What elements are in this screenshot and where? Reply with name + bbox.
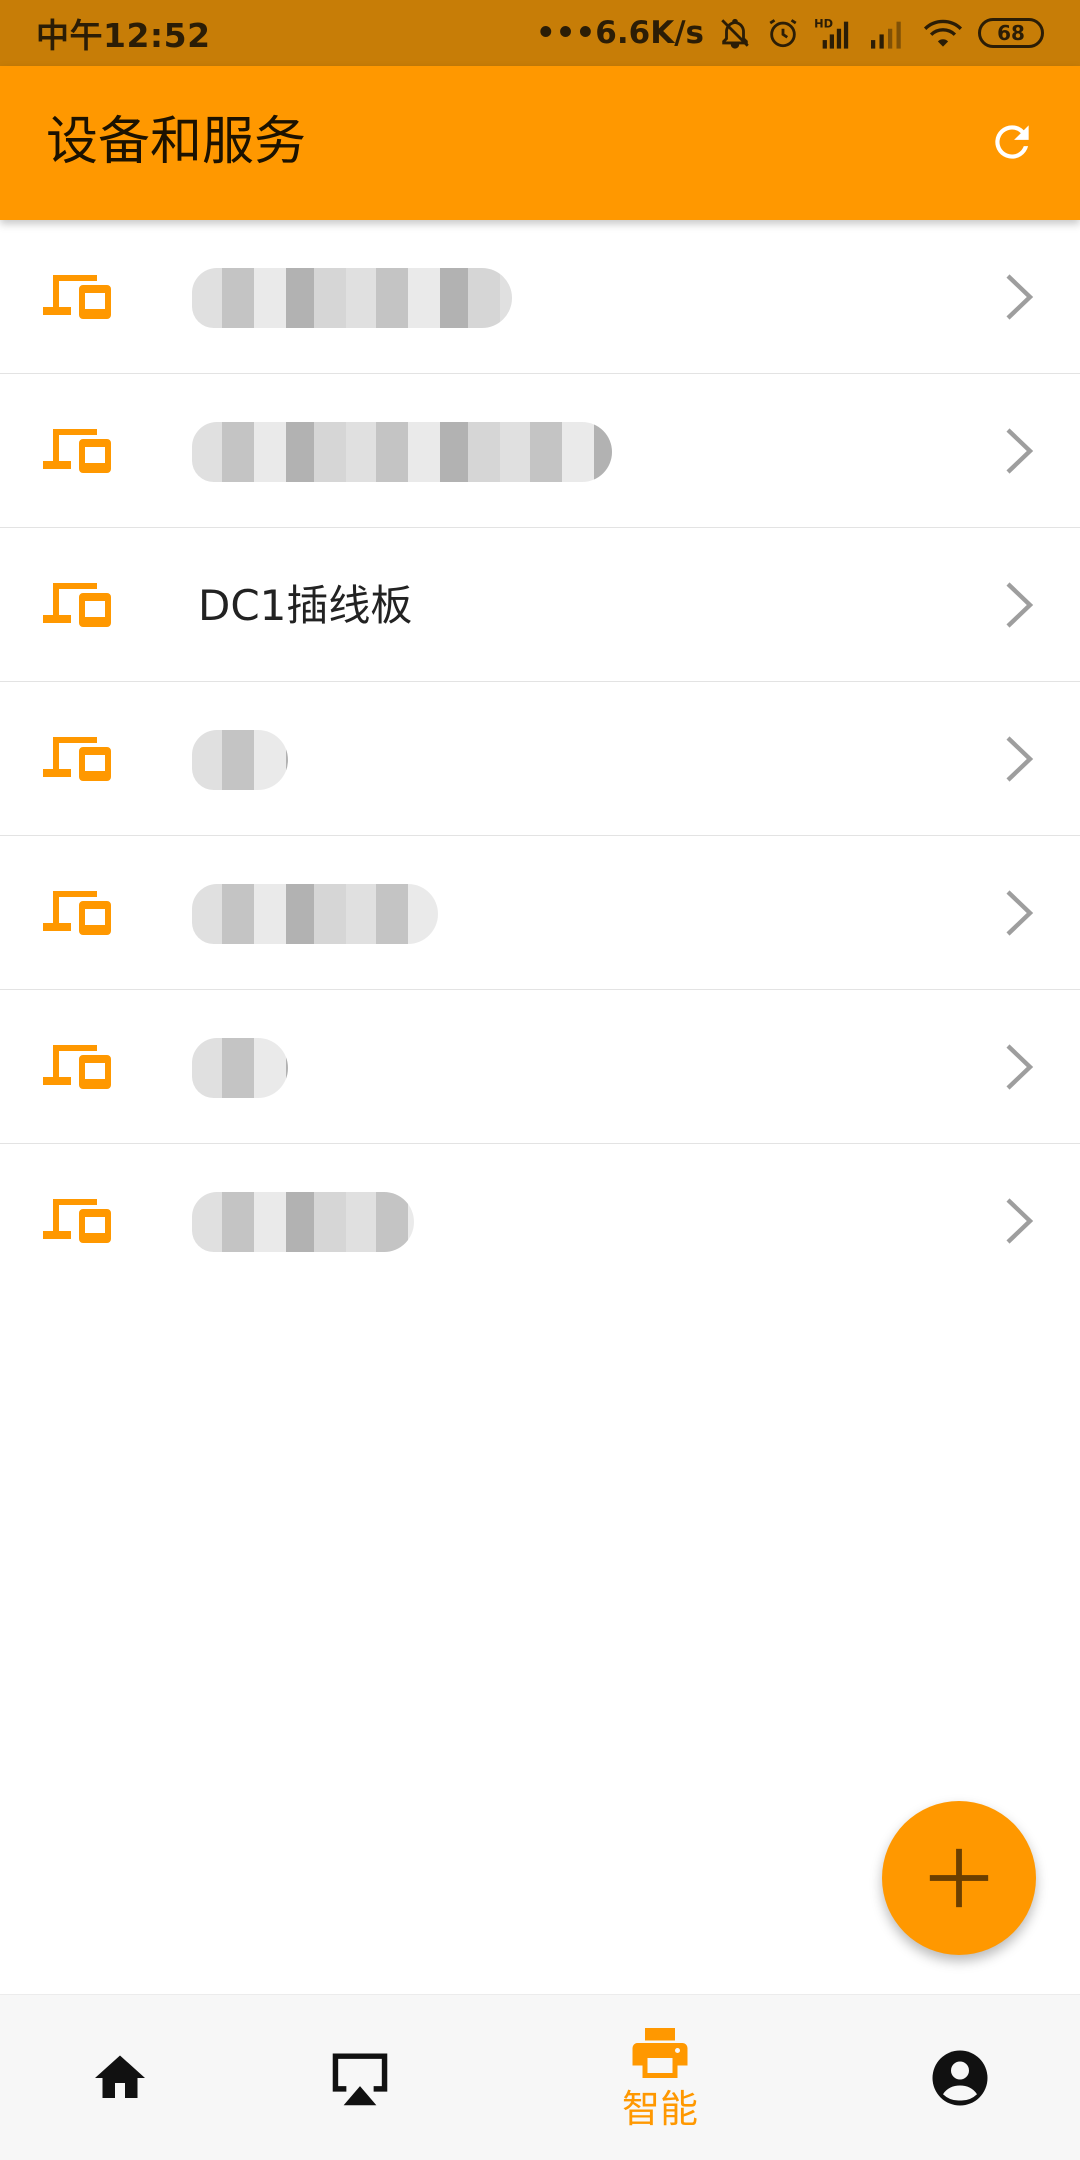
status-bar: 中午12:52 •••6.6K/s HD 68: [0, 0, 1080, 66]
device-name-redacted: [192, 730, 288, 790]
nav-account[interactable]: [860, 1995, 1060, 2160]
printer-icon: [632, 2028, 688, 2078]
signal-icon: [868, 16, 908, 50]
nav-cast[interactable]: [260, 1995, 460, 2160]
devices-icon: [43, 891, 111, 935]
device-name: DC1插线板: [198, 581, 413, 630]
chevron-right-icon: [1006, 582, 1034, 628]
device-row[interactable]: [0, 990, 1080, 1144]
chevron-right-icon: [1006, 1044, 1034, 1090]
home-icon: [95, 2055, 145, 2098]
nav-smart-label: 智能: [621, 2087, 698, 2131]
network-speed: •••6.6K/s: [535, 15, 704, 51]
status-indicators: •••6.6K/s HD 68: [536, 15, 1044, 51]
battery-indicator: 68: [978, 18, 1044, 48]
hd-signal-icon: HD: [814, 16, 854, 50]
page-title: 设备和服务: [46, 112, 307, 172]
devices-icon: [43, 275, 111, 319]
chevron-right-icon: [1006, 428, 1034, 474]
device-name-redacted: [192, 1038, 288, 1098]
chevron-right-icon: [1006, 274, 1034, 320]
device-row[interactable]: [0, 220, 1080, 374]
device-row[interactable]: [0, 1144, 1080, 1298]
devices-icon: [43, 583, 111, 627]
devices-icon: [43, 737, 111, 781]
status-time: 中午12:52: [36, 16, 211, 55]
device-name-redacted: [192, 268, 512, 328]
chevron-right-icon: [1006, 1198, 1034, 1244]
device-name-redacted: [192, 422, 612, 482]
chevron-right-icon: [1006, 890, 1034, 936]
devices-icon: [43, 1199, 111, 1243]
chevron-right-icon: [1006, 736, 1034, 782]
refresh-icon: [995, 125, 1029, 159]
device-row[interactable]: [0, 374, 1080, 528]
mute-bell-icon: [718, 16, 752, 50]
refresh-button[interactable]: [980, 110, 1044, 174]
nav-smart[interactable]: 智能: [560, 1995, 760, 2160]
devices-icon: [43, 1045, 111, 1089]
nav-home[interactable]: [20, 1995, 220, 2160]
add-device-button[interactable]: [882, 1801, 1036, 1955]
app-bar: 设备和服务: [0, 66, 1080, 220]
account-icon: [932, 2050, 988, 2106]
device-row[interactable]: [0, 836, 1080, 990]
alarm-icon: [766, 16, 800, 50]
device-list: DC1插线板: [0, 220, 1080, 1298]
devices-icon: [43, 429, 111, 473]
screen: 中午12:52 •••6.6K/s HD 68 设备和服务 DC1插线板 智能: [0, 0, 1080, 2160]
device-row[interactable]: [0, 682, 1080, 836]
device-row[interactable]: DC1插线板: [0, 528, 1080, 682]
cast-icon: [332, 2053, 388, 2106]
svg-text:HD: HD: [814, 16, 833, 30]
plus-icon: [929, 1848, 989, 1908]
device-name-redacted: [192, 1192, 414, 1252]
device-name-redacted: [192, 884, 438, 944]
wifi-icon: [922, 16, 964, 50]
bottom-navigation: 智能: [0, 1994, 1080, 2160]
